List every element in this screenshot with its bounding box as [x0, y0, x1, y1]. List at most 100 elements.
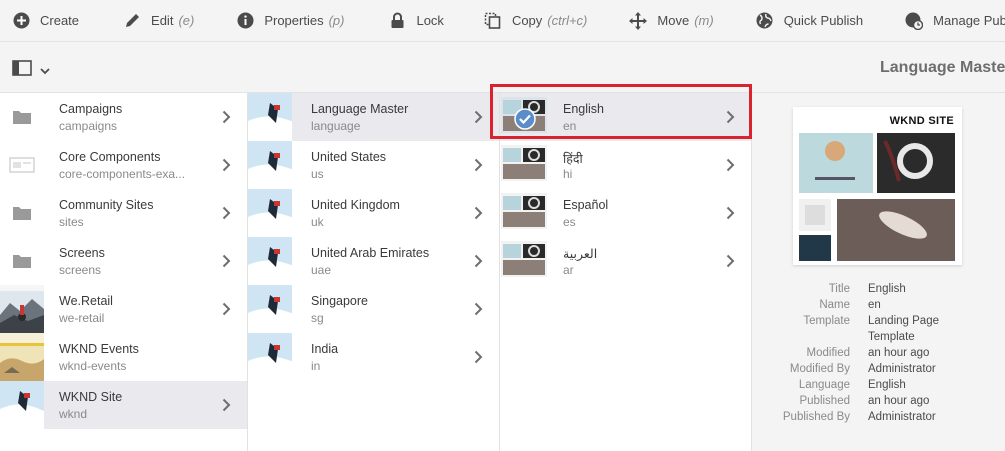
- properties-pane: WKND SITE Title English Name en Template La…: [752, 93, 1005, 451]
- item-name: in: [311, 359, 321, 373]
- chevron-right-icon[interactable]: [222, 110, 231, 124]
- list-item-we-retail[interactable]: We.Retail we-retail: [0, 285, 247, 333]
- manage-publication-button[interactable]: Manage Publication: [863, 0, 1005, 42]
- language-column: Language Master language United States u…: [248, 93, 500, 451]
- properties-label: Properties: [264, 13, 324, 28]
- item-title: Screens: [59, 246, 105, 260]
- property-template-cont: Template: [752, 329, 1005, 345]
- plus-circle-icon: [12, 12, 30, 30]
- manage-publication-label: Manage Publication: [933, 13, 1005, 28]
- chevron-right-icon[interactable]: [222, 302, 231, 316]
- item-title: United Kingdom: [311, 198, 400, 212]
- lock-button[interactable]: Lock: [344, 0, 444, 42]
- item-title: Core Components: [59, 150, 161, 164]
- property-title: Title English: [752, 281, 1005, 297]
- property-language: Language English: [752, 377, 1005, 393]
- pencil-icon: [123, 12, 141, 30]
- move-button[interactable]: Move (m): [587, 0, 714, 42]
- chevron-right-icon[interactable]: [474, 206, 483, 220]
- folder-icon: [0, 93, 44, 141]
- list-item-arabic[interactable]: العربية ar: [500, 237, 751, 285]
- properties-button[interactable]: Properties (p): [194, 0, 344, 42]
- property-key: Modified: [806, 347, 850, 359]
- quick-publish-button[interactable]: Quick Publish: [714, 0, 863, 42]
- list-item-espanol[interactable]: Español es: [500, 189, 751, 237]
- property-value: en: [868, 299, 881, 311]
- chevron-right-icon[interactable]: [222, 206, 231, 220]
- property-modified: Modified an hour ago: [752, 345, 1005, 361]
- chevron-right-icon[interactable]: [474, 110, 483, 124]
- page-thumbnail: [248, 237, 292, 285]
- list-item-united-arab-emirates[interactable]: United Arab Emirates uae: [248, 237, 499, 285]
- chevron-right-icon[interactable]: [474, 302, 483, 316]
- chevron-right-icon[interactable]: [222, 158, 231, 172]
- create-label: Create: [40, 13, 80, 28]
- chevron-right-icon[interactable]: [474, 158, 483, 172]
- folder-icon: [0, 189, 44, 237]
- chevron-right-icon[interactable]: [726, 110, 735, 124]
- item-title: We.Retail: [59, 294, 113, 308]
- create-button[interactable]: Create: [0, 0, 79, 42]
- move-label: Move: [657, 13, 690, 28]
- list-item-english[interactable]: English en: [500, 93, 751, 141]
- component-icon: [0, 141, 44, 189]
- list-item-screens[interactable]: Screens screens: [0, 237, 247, 285]
- wknd-site-thumbnail: [0, 381, 44, 429]
- properties-list: Title English Name en Template Landing Page…: [752, 281, 1005, 425]
- list-item-community-sites[interactable]: Community Sites sites: [0, 189, 247, 237]
- property-value: English: [868, 379, 906, 391]
- list-item-india[interactable]: India in: [248, 333, 499, 381]
- edit-button[interactable]: Edit (e): [79, 0, 194, 42]
- list-item-wknd-site[interactable]: WKND Site wknd: [0, 381, 247, 429]
- edit-shortcut: (e): [178, 13, 195, 28]
- property-key: Title: [828, 283, 850, 295]
- chevron-right-icon[interactable]: [726, 158, 735, 172]
- globe-clock-icon: [905, 12, 924, 30]
- list-item-united-kingdom[interactable]: United Kingdom uk: [248, 189, 499, 237]
- item-title: Community Sites: [59, 198, 154, 212]
- edit-label: Edit: [151, 13, 174, 28]
- property-key: [752, 329, 868, 345]
- quick-publish-label: Quick Publish: [783, 13, 864, 28]
- item-title: العربية: [563, 247, 598, 261]
- item-name: ar: [563, 263, 574, 277]
- item-title: हिंदी: [563, 152, 583, 166]
- folder-icon: [0, 237, 44, 285]
- item-title: Campaigns: [59, 102, 123, 116]
- list-item-singapore[interactable]: Singapore sg: [248, 285, 499, 333]
- list-item-hindi[interactable]: हिंदी hi: [500, 141, 751, 189]
- property-value: an hour ago: [868, 395, 930, 407]
- copy-button[interactable]: Copy (ctrl+c): [444, 0, 587, 42]
- chevron-right-icon[interactable]: [222, 398, 231, 412]
- item-title: Language Master: [311, 102, 409, 116]
- list-item-language-master[interactable]: Language Master language: [248, 93, 499, 141]
- property-value: Landing Page: [868, 315, 939, 327]
- property-key: Template: [803, 315, 850, 327]
- item-name: campaigns: [59, 119, 118, 133]
- list-item-core-components[interactable]: Core Components core-components-exa...: [0, 141, 247, 189]
- properties-shortcut: (p): [328, 13, 345, 28]
- property-value: Administrator: [868, 411, 936, 423]
- move-arrows-icon: [629, 11, 648, 30]
- list-item-campaigns[interactable]: Campaigns campaigns: [0, 93, 247, 141]
- we-retail-thumbnail: [0, 285, 44, 333]
- chevron-right-icon[interactable]: [222, 254, 231, 268]
- chevron-right-icon[interactable]: [474, 254, 483, 268]
- chevron-right-icon[interactable]: [726, 206, 735, 220]
- item-title: Singapore: [311, 294, 368, 308]
- property-key: Modified By: [789, 363, 850, 375]
- chevron-right-icon[interactable]: [474, 350, 483, 364]
- copy-icon: [484, 12, 502, 30]
- item-name: language: [311, 119, 361, 133]
- list-item-united-states[interactable]: United States us: [248, 141, 499, 189]
- page-thumbnail: [248, 189, 292, 237]
- property-name: Name en: [752, 297, 1005, 313]
- chevron-right-icon[interactable]: [726, 254, 735, 268]
- rail-toggle-button[interactable]: [12, 60, 50, 81]
- item-name: wknd: [59, 407, 88, 421]
- item-name: sites: [59, 215, 84, 229]
- property-key: Published By: [782, 411, 850, 423]
- item-name: es: [563, 215, 576, 229]
- list-item-wknd-events[interactable]: WKND Events wknd-events: [0, 333, 247, 381]
- item-title: Español: [563, 198, 609, 212]
